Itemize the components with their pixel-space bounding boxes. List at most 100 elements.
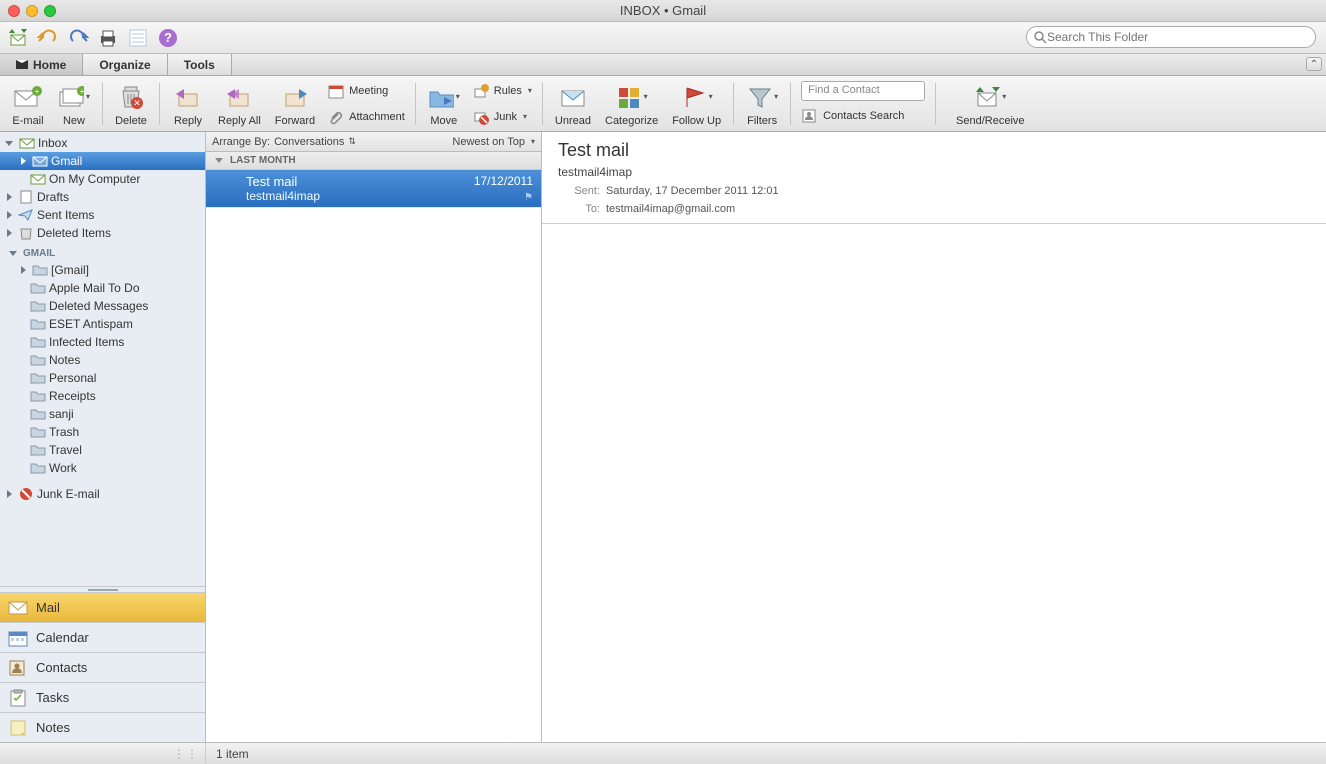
categorize-label: Categorize — [605, 115, 658, 127]
to-label: To: — [558, 203, 600, 215]
print-icon[interactable] — [96, 26, 120, 50]
search-input[interactable] — [1047, 30, 1309, 44]
unread-label: Unread — [555, 115, 591, 127]
sidebar: Inbox Gmail On My Computer Drafts Sent I… — [0, 132, 206, 742]
travel-label: Travel — [49, 443, 82, 457]
folder-icon — [30, 443, 46, 457]
trash-icon — [18, 226, 34, 240]
list-icon[interactable] — [126, 26, 150, 50]
follow-up-button[interactable]: ▾ Follow Up — [666, 77, 727, 131]
delete-label: Delete — [115, 115, 147, 127]
attachment-label: Attachment — [349, 111, 405, 123]
sidebar-sent[interactable]: Sent Items — [0, 206, 205, 224]
sidebar-gmail-account[interactable]: Gmail — [0, 152, 205, 170]
sidebar-gmail-folder[interactable]: [Gmail] — [0, 261, 205, 279]
sidebar-grip[interactable]: ⋮⋮ — [0, 743, 206, 764]
find-contact-input[interactable]: Find a Contact — [801, 81, 925, 101]
sidebar-travel[interactable]: Travel — [0, 441, 205, 459]
sidebar-drafts[interactable]: Drafts — [0, 188, 205, 206]
sidebar-receipts[interactable]: Receipts — [0, 387, 205, 405]
sort-button[interactable]: Newest on Top ▾ — [452, 136, 541, 148]
send-receive-button[interactable]: ▾ Send/Receive — [950, 77, 1031, 131]
contacts-search-button[interactable]: Contacts Search — [801, 105, 925, 127]
titlebar: INBOX • Gmail — [0, 0, 1326, 22]
folder-icon — [30, 461, 46, 475]
sidebar-inbox[interactable]: Inbox — [0, 134, 205, 152]
redo-icon[interactable] — [66, 26, 90, 50]
nav-mail[interactable]: Mail — [0, 592, 205, 622]
filters-button[interactable]: ▾ Filters — [740, 77, 784, 131]
rules-label: Rules — [494, 85, 522, 97]
personal-label: Personal — [49, 371, 96, 385]
sidebar-infected[interactable]: Infected Items — [0, 333, 205, 351]
sidebar-eset[interactable]: ESET Antispam — [0, 315, 205, 333]
nav-contacts[interactable]: Contacts — [0, 652, 205, 682]
search-box[interactable] — [1026, 26, 1316, 48]
sent-value: Saturday, 17 December 2011 12:01 — [606, 185, 779, 197]
sidebar-sanji[interactable]: sanji — [0, 405, 205, 423]
group-header[interactable]: LAST MONTH — [206, 152, 541, 170]
nav-notes-label: Notes — [36, 720, 70, 735]
sidebar-deleted-messages[interactable]: Deleted Messages — [0, 297, 205, 315]
nav-notes[interactable]: Notes — [0, 712, 205, 742]
flag-icon[interactable]: ⚑ — [524, 192, 533, 203]
sidebar-gmail-header[interactable]: GMAIL — [0, 242, 205, 261]
inbox-icon — [19, 136, 35, 150]
sidebar-trash-folder[interactable]: Trash — [0, 423, 205, 441]
categorize-button[interactable]: ▾ Categorize — [599, 77, 664, 131]
sidebar-notes-folder[interactable]: Notes — [0, 351, 205, 369]
folder-icon — [30, 281, 46, 295]
apple-todo-label: Apple Mail To Do — [49, 281, 140, 295]
eset-label: ESET Antispam — [49, 317, 133, 331]
nav-calendar[interactable]: Calendar — [0, 622, 205, 652]
arrange-value: Conversations — [274, 136, 344, 148]
help-icon[interactable]: ? — [156, 26, 180, 50]
separator — [102, 83, 103, 125]
nav-contacts-label: Contacts — [36, 660, 87, 675]
reply-button[interactable]: Reply — [166, 77, 210, 131]
reply-label: Reply — [174, 115, 202, 127]
sidebar-personal[interactable]: Personal — [0, 369, 205, 387]
nav-tasks[interactable]: Tasks — [0, 682, 205, 712]
sidebar-work[interactable]: Work — [0, 459, 205, 477]
drafts-label: Drafts — [37, 190, 69, 204]
delete-button[interactable]: ✕ Delete — [109, 77, 153, 131]
email-button[interactable]: + E-mail — [6, 77, 50, 131]
receipts-label: Receipts — [49, 389, 96, 403]
junk-button[interactable]: Junk▾ — [472, 106, 532, 128]
sidebar-apple-todo[interactable]: Apple Mail To Do — [0, 279, 205, 297]
mail-nav-icon — [8, 599, 28, 617]
send-receive-quick-icon[interactable] — [6, 26, 30, 50]
tab-organize[interactable]: Organize — [83, 54, 167, 75]
collapse-ribbon-button[interactable]: ⌃ — [1306, 57, 1322, 71]
arrange-by-button[interactable]: Arrange By: Conversations ⇅ — [206, 136, 452, 148]
new-button[interactable]: +▾ New — [52, 77, 96, 131]
tab-organize-label: Organize — [99, 58, 150, 72]
svg-text:?: ? — [164, 30, 172, 45]
sidebar-deleted[interactable]: Deleted Items — [0, 224, 205, 242]
message-list: Arrange By: Conversations ⇅ Newest on To… — [206, 132, 542, 742]
tab-tools[interactable]: Tools — [168, 54, 232, 75]
svg-text:+: + — [35, 87, 40, 96]
tab-home[interactable]: Home — [0, 54, 83, 75]
ribbon: + E-mail +▾ New ✕ Delete Reply Reply All… — [0, 76, 1326, 132]
reply-all-label: Reply All — [218, 115, 261, 127]
reply-all-button[interactable]: Reply All — [212, 77, 267, 131]
reading-pane: Test mail testmail4imap Sent:Saturday, 1… — [542, 132, 1326, 742]
folder-icon — [30, 425, 46, 439]
forward-button[interactable]: Forward — [269, 77, 321, 131]
sidebar-junk[interactable]: Junk E-mail — [0, 485, 205, 503]
work-label: Work — [49, 461, 77, 475]
message-item[interactable]: Test mail testmail4imap 17/12/2011 ⚑ — [206, 170, 541, 208]
nav-buttons: Mail Calendar Contacts Tasks Notes — [0, 592, 205, 742]
attachment-button[interactable]: Attachment — [327, 106, 405, 128]
junk-folder-icon — [18, 487, 34, 501]
undo-icon[interactable] — [36, 26, 60, 50]
sent-label: Sent Items — [37, 208, 94, 222]
sidebar-on-my-computer[interactable]: On My Computer — [0, 170, 205, 188]
meeting-button[interactable]: Meeting — [327, 80, 405, 102]
unread-button[interactable]: Unread — [549, 77, 597, 131]
rules-button[interactable]: Rules▾ — [472, 80, 532, 102]
nav-calendar-label: Calendar — [36, 630, 89, 645]
move-button[interactable]: ▾ Move — [422, 77, 466, 131]
